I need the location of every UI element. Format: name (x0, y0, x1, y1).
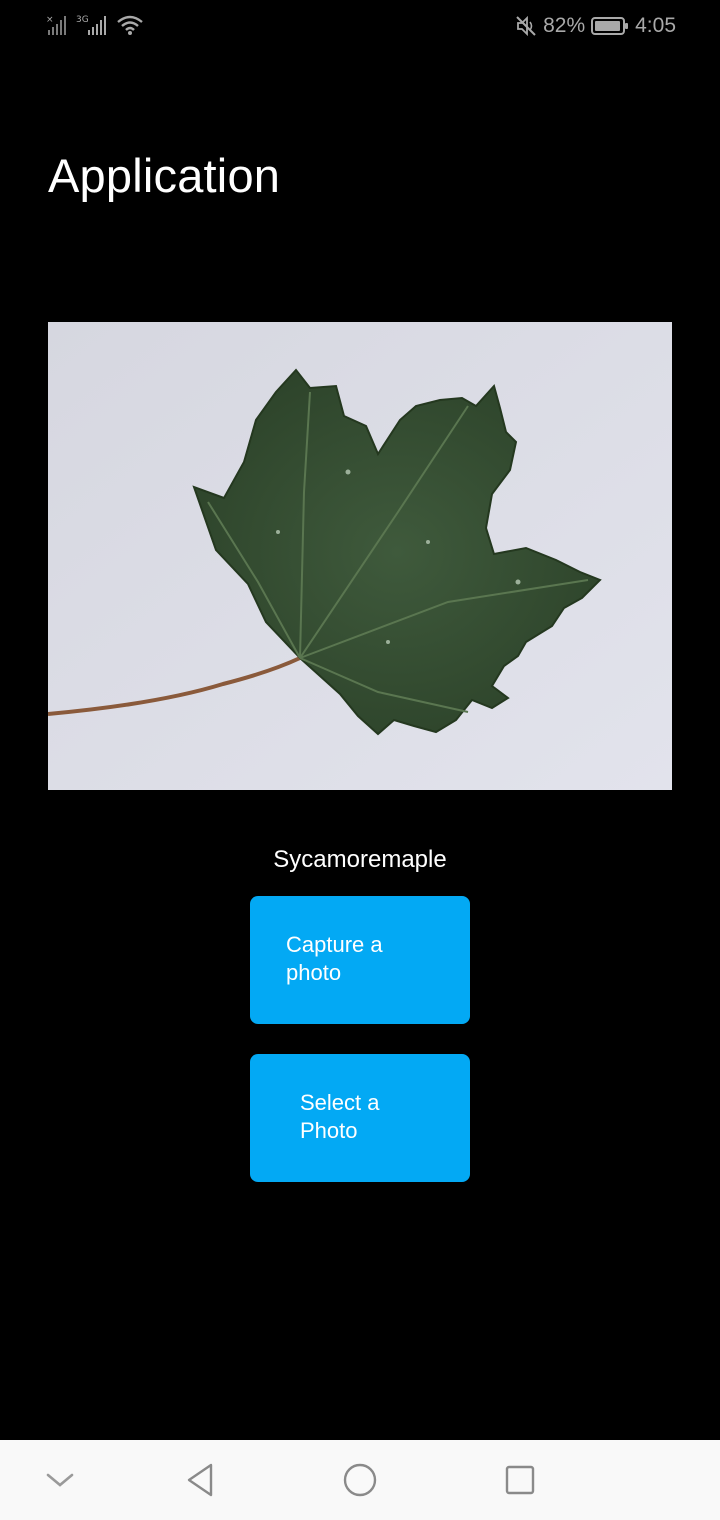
clock: 4:05 (635, 14, 676, 37)
chevron-down-icon[interactable] (38, 1458, 82, 1502)
select-photo-button[interactable]: Select a Photo (250, 1054, 470, 1182)
back-icon[interactable] (178, 1458, 222, 1502)
prediction-label: Sycamoremaple (273, 846, 447, 873)
capture-photo-button[interactable]: Capture a photo (250, 896, 470, 1024)
network-type-label: 3G (76, 15, 89, 25)
status-right: 82% 4:05 (515, 14, 676, 38)
page-title: Application (48, 149, 281, 202)
battery-percent: 82% (543, 14, 586, 37)
svg-text:×: × (46, 15, 54, 25)
navigation-bar (0, 1440, 720, 1520)
battery-icon (591, 16, 629, 36)
home-icon[interactable] (338, 1458, 382, 1502)
capture-photo-label: Capture a photo (286, 932, 383, 985)
select-photo-label: Select a Photo (300, 1090, 380, 1143)
signal-icon: 3G (76, 14, 110, 41)
mute-icon (515, 15, 537, 37)
status-left: × 3G (46, 14, 144, 41)
status-bar: × 3G 82% 4:05 (0, 0, 720, 56)
no-sim-signal-icon: × (46, 14, 70, 41)
recent-apps-icon[interactable] (498, 1458, 542, 1502)
wifi-icon (116, 14, 144, 41)
leaf-photo (48, 322, 672, 790)
